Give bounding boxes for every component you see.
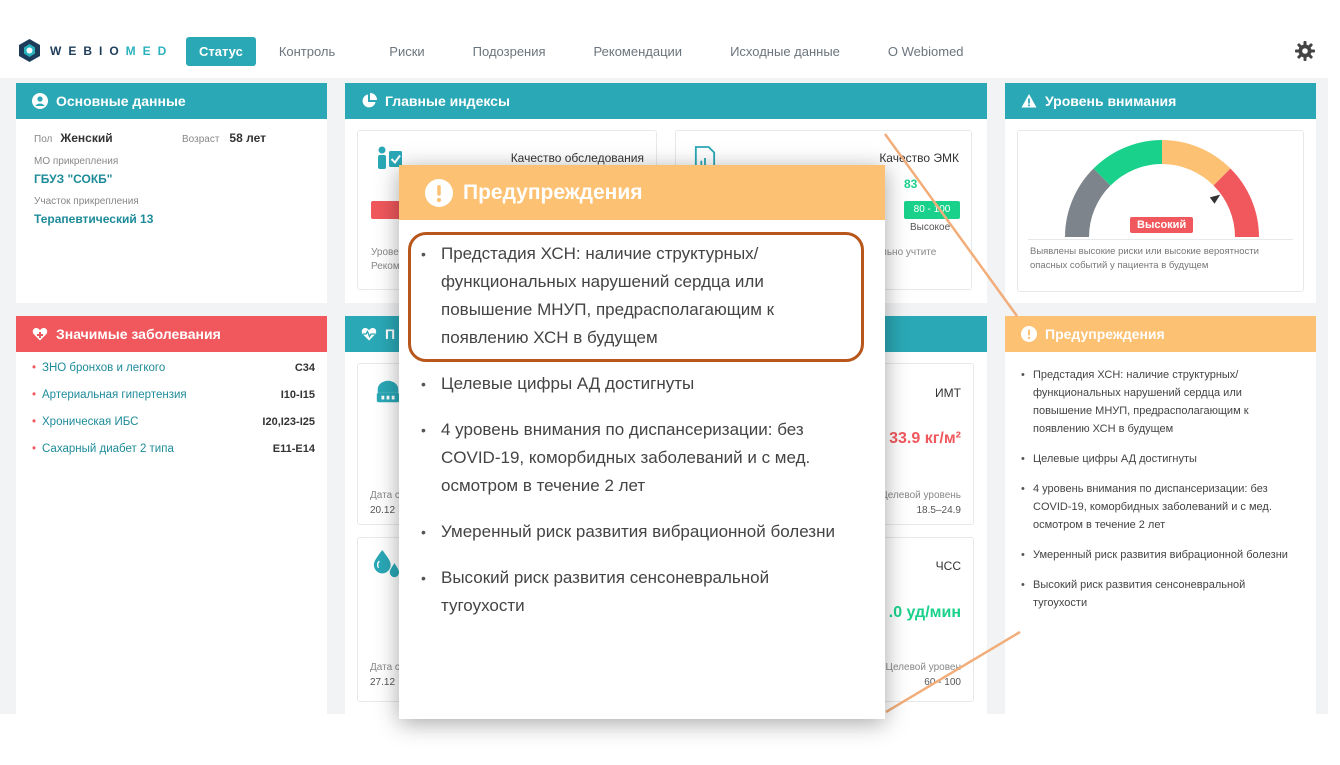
list-item: Целевые цифры АД достигнуты: [421, 370, 855, 398]
exclamation-circle-icon: [425, 178, 453, 207]
app-root: WEBIOMED Статус Контроль Риски Подозрени…: [0, 0, 1340, 765]
list-item: Умеренный риск развития вибрационной бол…: [421, 518, 855, 546]
list-item: 4 уровень внимания по диспансеризации: б…: [421, 416, 855, 500]
highlight-box: [408, 232, 864, 362]
list-item: Высокий риск развития сенсоневральной ту…: [421, 564, 855, 620]
warnings-zoom-title: Предупреждения: [463, 180, 643, 204]
warnings-zoom-header: Предупреждения: [399, 165, 885, 220]
